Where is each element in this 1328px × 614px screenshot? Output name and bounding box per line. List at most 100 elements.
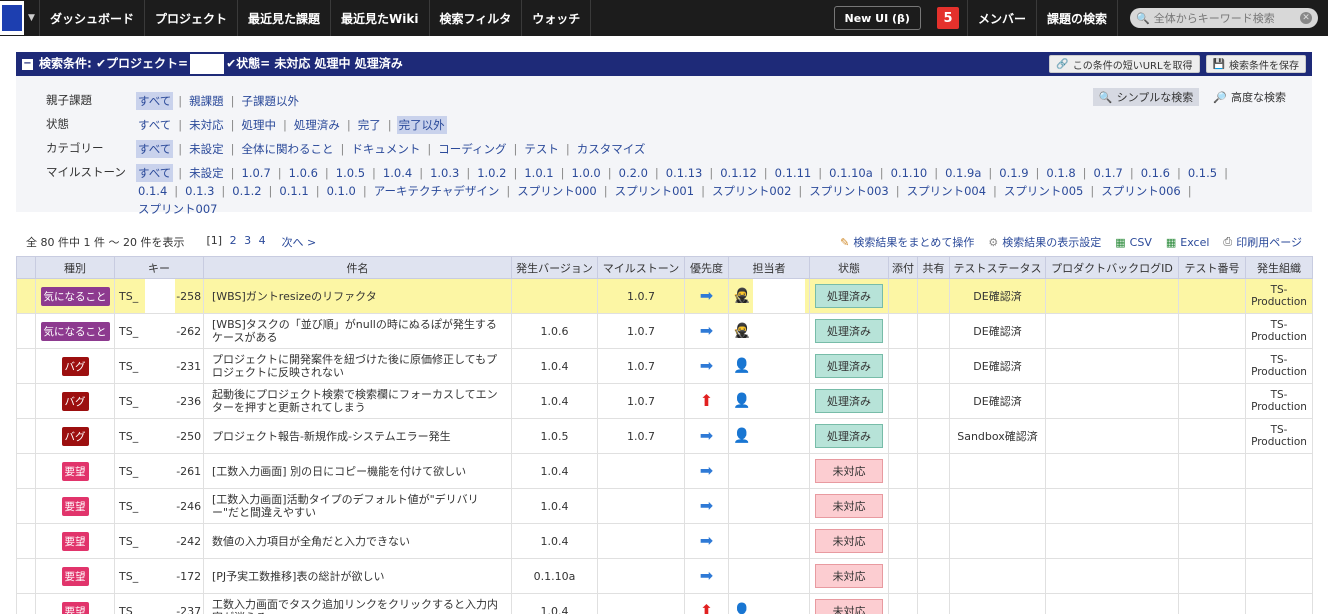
issue-key-cell[interactable]: TS_ -261 bbox=[114, 453, 204, 489]
filter-option[interactable]: 0.1.6 bbox=[1139, 164, 1172, 182]
simple-search-button[interactable]: 🔍 シンプルな検索 bbox=[1092, 88, 1200, 106]
issue-key-number[interactable]: -250 bbox=[176, 430, 201, 443]
filter-option[interactable]: 子課題以外 bbox=[240, 92, 302, 110]
filter-option[interactable]: 0.1.10 bbox=[889, 164, 930, 182]
issue-key-prefix[interactable]: TS_ bbox=[119, 535, 138, 548]
nav-issue-search[interactable]: 課題の検索 bbox=[1037, 0, 1118, 36]
column-header[interactable] bbox=[16, 256, 36, 279]
filter-option[interactable]: 0.2.0 bbox=[617, 164, 650, 182]
issue-subject[interactable]: 工数入力画面でタスク追加リンクをクリックすると入力内容が消える bbox=[203, 593, 512, 614]
issue-key-number[interactable]: -246 bbox=[176, 500, 201, 513]
issue-key-number[interactable]: -231 bbox=[176, 360, 201, 373]
issue-key-number[interactable]: -172 bbox=[176, 570, 201, 583]
app-logo[interactable] bbox=[0, 1, 24, 35]
filter-option[interactable]: 0.1.9 bbox=[997, 164, 1030, 182]
filter-option[interactable]: 0.1.9a bbox=[943, 164, 983, 182]
table-row[interactable]: バグ TS_ -250 プロジェクト報告-新規作成-システムエラー発生 1.0.5 1.0… bbox=[16, 418, 1313, 454]
issue-key-number[interactable]: -236 bbox=[176, 395, 201, 408]
filter-option[interactable]: 0.1.2 bbox=[230, 182, 263, 200]
filter-option[interactable]: 0.1.5 bbox=[1186, 164, 1219, 182]
print-link[interactable]: ⎙ 印刷用ページ bbox=[1223, 234, 1302, 250]
filter-option[interactable]: 親課題 bbox=[187, 92, 226, 110]
filter-option[interactable]: 未設定 bbox=[187, 164, 226, 182]
filter-option[interactable]: 処理中 bbox=[240, 116, 279, 134]
row-checkbox-cell[interactable] bbox=[16, 348, 36, 384]
page-link[interactable]: 3 bbox=[244, 234, 251, 247]
row-checkbox-cell[interactable] bbox=[16, 488, 36, 524]
filter-option[interactable]: 0.1.12 bbox=[718, 164, 759, 182]
table-row[interactable]: 要望 TS_ -172 [PJ予実工数推移]表の総計が欲しい 0.1.10a ➡ 未対応 bbox=[16, 558, 1313, 594]
issue-key-prefix[interactable]: TS_ bbox=[119, 360, 138, 373]
issue-key-cell[interactable]: TS_ -246 bbox=[114, 488, 204, 524]
clear-icon[interactable]: ✕ bbox=[1300, 12, 1312, 24]
filter-option[interactable]: スプリント003 bbox=[807, 182, 890, 200]
filter-option[interactable]: 0.1.7 bbox=[1092, 164, 1125, 182]
filter-option[interactable]: 1.0.1 bbox=[522, 164, 555, 182]
filter-option[interactable]: 1.0.7 bbox=[240, 164, 273, 182]
issue-subject[interactable]: プロジェクト報告-新規作成-システムエラー発生 bbox=[203, 418, 512, 454]
table-row[interactable]: 気になること TS_ -262 [WBS]タスクの「並び順」がnullの時にぬるぽが発… bbox=[16, 313, 1313, 349]
issue-key-number[interactable]: -237 bbox=[176, 605, 201, 614]
csv-link[interactable]: ▦ CSV bbox=[1115, 234, 1152, 250]
filter-option[interactable]: 0.1.4 bbox=[136, 182, 169, 200]
filter-option[interactable]: カスタマイズ bbox=[575, 140, 648, 158]
column-header[interactable]: テスト番号 bbox=[1178, 256, 1246, 279]
row-checkbox-cell[interactable] bbox=[16, 418, 36, 454]
filter-option[interactable]: 0.1.13 bbox=[664, 164, 705, 182]
column-header[interactable]: 添付 bbox=[888, 256, 918, 279]
filter-option[interactable]: 未設定 bbox=[187, 140, 226, 158]
table-row[interactable]: 要望 TS_ -261 [工数入力画面] 別の日にコピー機能を付けて欲しい 1.0.4 ➡… bbox=[16, 453, 1313, 489]
nav-item[interactable]: 最近見た課題 bbox=[238, 0, 332, 36]
issue-subject[interactable]: [工数入力画面] 別の日にコピー機能を付けて欲しい bbox=[203, 453, 512, 489]
filter-option[interactable]: スプリント006 bbox=[1099, 182, 1182, 200]
issue-key-prefix[interactable]: TS_ bbox=[119, 605, 138, 614]
issue-key-number[interactable]: -261 bbox=[176, 465, 201, 478]
filter-option[interactable]: スプリント001 bbox=[613, 182, 696, 200]
nav-item[interactable]: 検索フィルタ bbox=[430, 0, 523, 36]
issue-key-cell[interactable]: TS_ -231 bbox=[114, 348, 204, 384]
collapse-toggle-icon[interactable]: − bbox=[22, 58, 33, 70]
filter-option[interactable]: ドキュメント bbox=[349, 140, 422, 158]
issue-key-number[interactable]: -262 bbox=[176, 325, 201, 338]
page-link[interactable]: 4 bbox=[259, 234, 266, 247]
issue-key-cell[interactable]: TS_ -242 bbox=[114, 523, 204, 559]
filter-option[interactable]: 1.0.4 bbox=[381, 164, 414, 182]
column-header[interactable]: テストステータス bbox=[949, 256, 1046, 279]
column-header[interactable]: 件名 bbox=[203, 256, 512, 279]
filter-option[interactable]: スプリント004 bbox=[905, 182, 988, 200]
filter-option[interactable]: すべて bbox=[136, 116, 173, 134]
row-checkbox-cell[interactable] bbox=[16, 313, 36, 349]
notification-badge[interactable]: 5 bbox=[936, 7, 959, 29]
table-row[interactable]: バグ TS_ -236 起動後にプロジェクト検索で検索欄にフォーカスしてエンターを押す… bbox=[16, 383, 1313, 419]
issue-key-number[interactable]: -242 bbox=[176, 535, 201, 548]
column-header[interactable]: 共有 bbox=[917, 256, 950, 279]
issue-subject[interactable]: [PJ予実工数推移]表の総計が欲しい bbox=[203, 558, 512, 594]
save-condition-button[interactable]: 💾 検索条件を保存 bbox=[1205, 55, 1306, 73]
filter-option[interactable]: 0.1.3 bbox=[183, 182, 216, 200]
row-checkbox-cell[interactable] bbox=[16, 383, 36, 419]
filter-option[interactable]: 0.1.10a bbox=[827, 164, 875, 182]
issue-subject[interactable]: [WBS]ガントresizeのリファクタ bbox=[203, 278, 512, 314]
issue-key-cell[interactable]: TS_ -236 bbox=[114, 383, 204, 419]
row-checkbox-cell[interactable] bbox=[16, 278, 36, 314]
issue-key-cell[interactable]: TS_ -172 bbox=[114, 558, 204, 594]
row-checkbox-cell[interactable] bbox=[16, 453, 36, 489]
table-row[interactable]: 気になること TS_ -258 [WBS]ガントresizeのリファクタ 1.0.7 ➡ 🥷… bbox=[16, 278, 1313, 314]
column-header[interactable]: キー bbox=[114, 256, 204, 279]
filter-option[interactable]: 1.0.6 bbox=[287, 164, 320, 182]
excel-link[interactable]: ▦ Excel bbox=[1166, 234, 1210, 250]
short-url-button[interactable]: 🔗 この条件の短いURLを取得 bbox=[1049, 55, 1200, 73]
column-header[interactable]: 状態 bbox=[809, 256, 889, 279]
issue-key-cell[interactable]: TS_ -258 bbox=[114, 278, 204, 314]
filter-option[interactable]: 未対応 bbox=[187, 116, 226, 134]
nav-member[interactable]: メンバー bbox=[966, 0, 1037, 36]
nav-item[interactable]: プロジェクト bbox=[145, 0, 239, 36]
filter-option[interactable]: 処理済み bbox=[292, 116, 342, 134]
global-search-input[interactable]: 🔍 全体からキーワード検索 ✕ bbox=[1130, 8, 1318, 28]
table-row[interactable]: 要望 TS_ -242 数値の入力項目が全角だと入力できない 1.0.4 ➡ 未対応 bbox=[16, 523, 1313, 559]
table-row[interactable]: 要望 TS_ -246 [工数入力画面]活動タイプのデフォルト値が"デリバリー"だと間… bbox=[16, 488, 1313, 524]
filter-option[interactable]: すべて bbox=[136, 92, 174, 110]
filter-option[interactable]: 0.1.8 bbox=[1044, 164, 1077, 182]
issue-key-cell[interactable]: TS_ -262 bbox=[114, 313, 204, 349]
filter-option[interactable]: 0.1.0 bbox=[325, 182, 358, 200]
